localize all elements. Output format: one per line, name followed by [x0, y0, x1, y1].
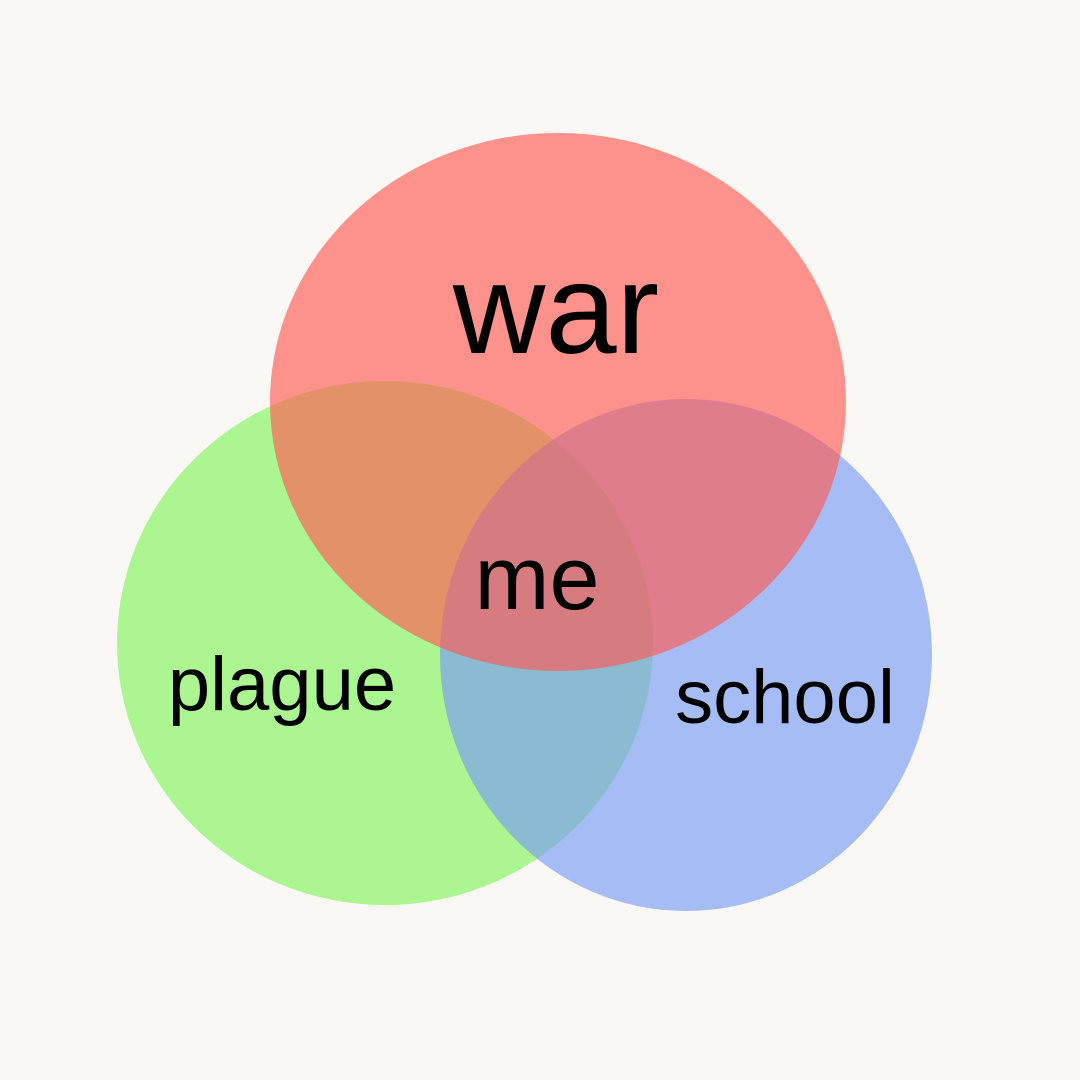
school-label: school — [675, 655, 895, 740]
plague-label: plague — [168, 642, 396, 727]
venn-diagram-canvas: war me plague school — [0, 0, 1080, 1080]
war-label: war — [452, 238, 659, 381]
center-label: me — [474, 529, 599, 629]
venn-diagram: war me plague school — [117, 133, 932, 911]
